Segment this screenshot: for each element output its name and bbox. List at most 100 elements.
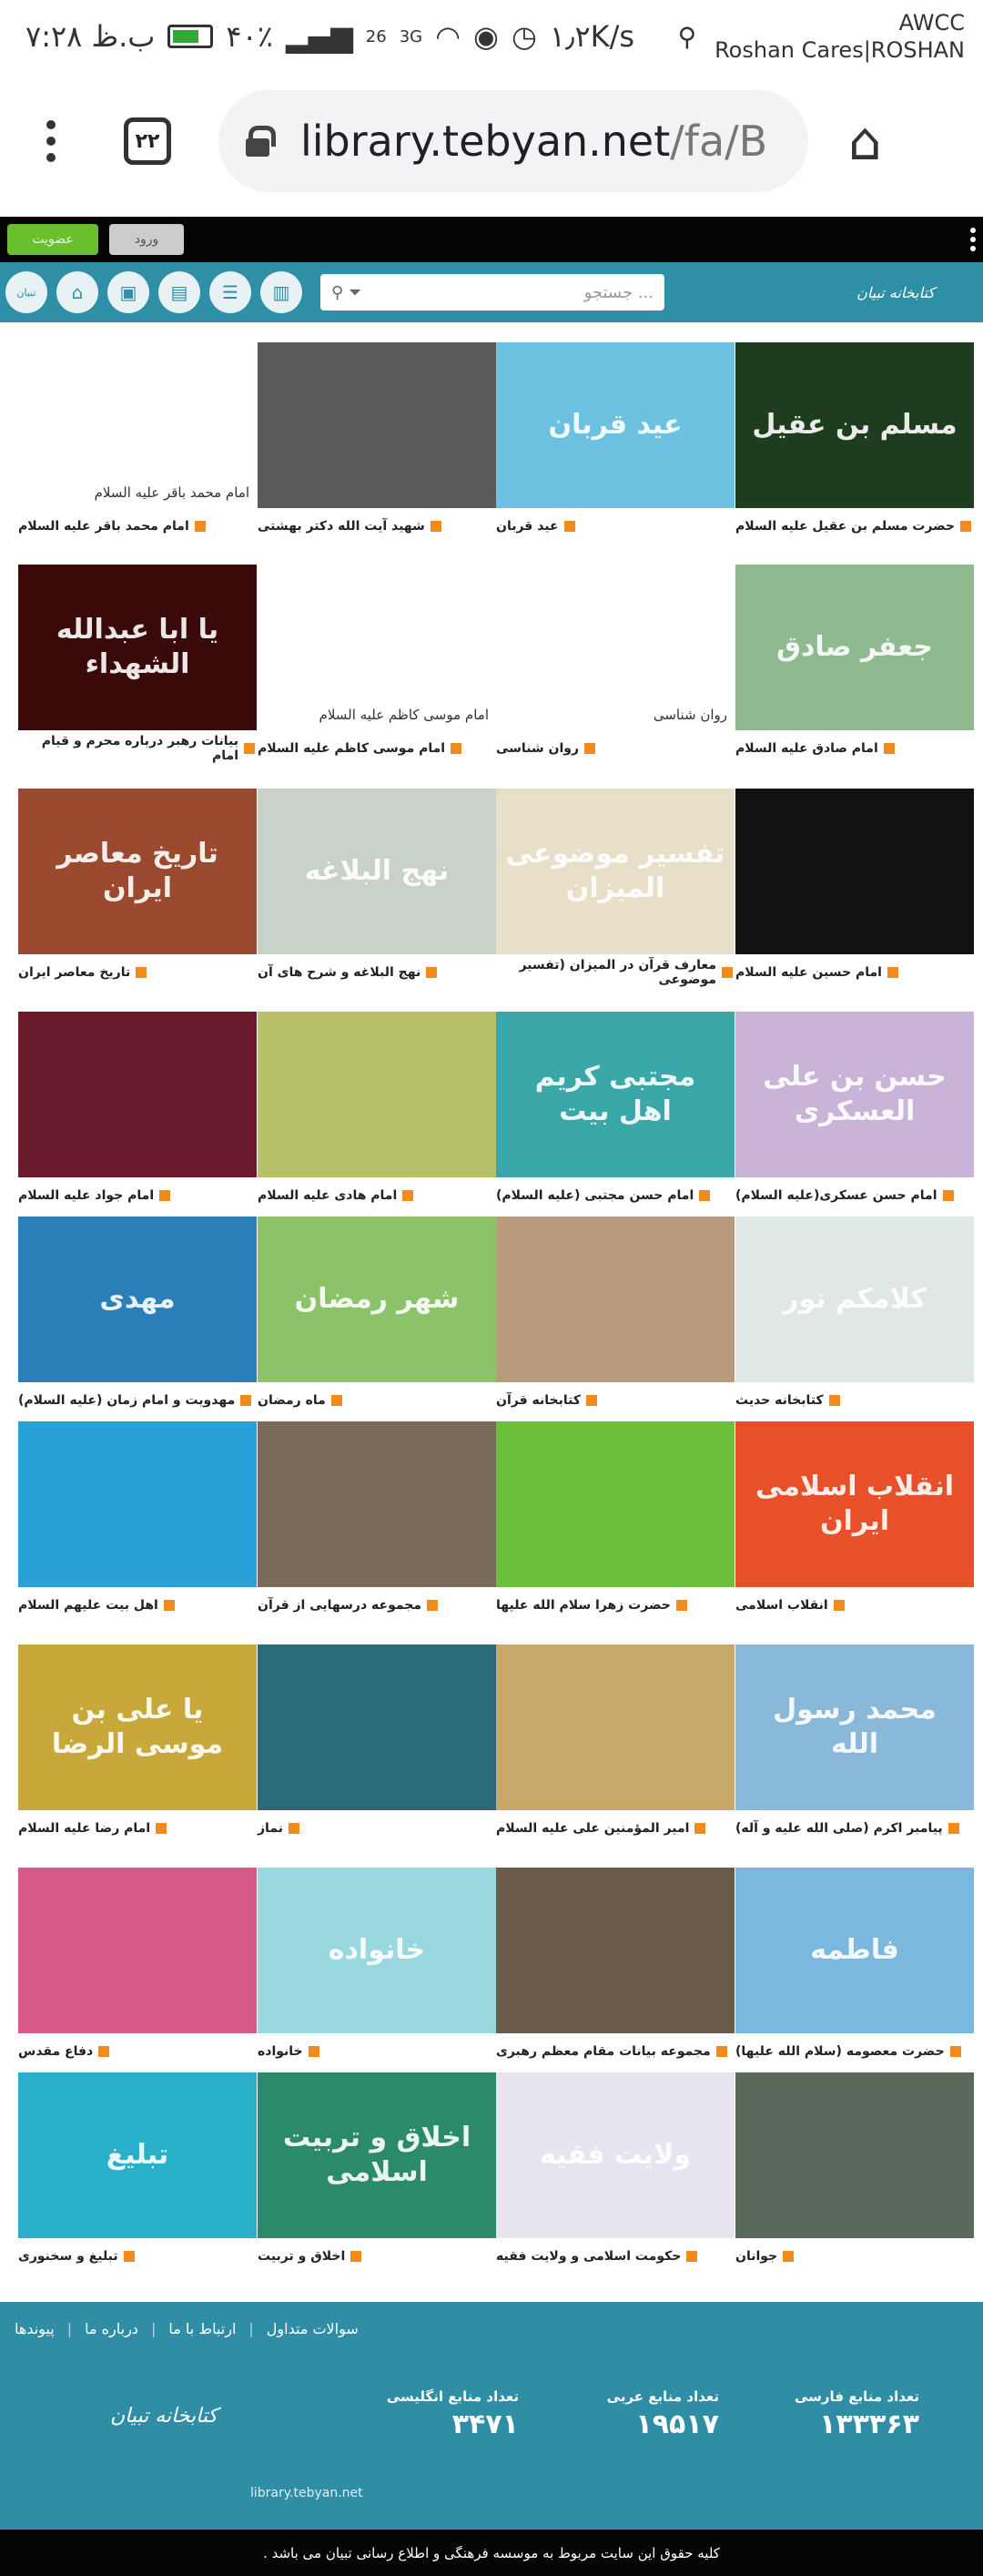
tab-switcher-button[interactable]: ۲۲ <box>124 117 171 165</box>
category-item[interactable]: حضرت زهرا سلام الله علیها <box>496 1421 735 1624</box>
category-caption[interactable]: امام حسن مجتبی (علیه السلام) <box>496 1177 735 1214</box>
caption-text[interactable]: امیر المؤمنین علی علیه السلام <box>496 1821 689 1836</box>
caption-text[interactable]: حضرت معصومه (سلام الله علیها) <box>735 2044 945 2059</box>
category-caption[interactable]: اخلاق و تربیت <box>258 2238 496 2275</box>
category-caption[interactable]: امام هادی علیه السلام <box>258 1177 496 1214</box>
caption-text[interactable]: امام حسن عسکری(علیه السلام) <box>735 1188 937 1203</box>
caption-text[interactable]: امام حسن مجتبی (علیه السلام) <box>496 1188 694 1203</box>
document-icon[interactable]: ▤ <box>158 271 200 313</box>
footer-link-links[interactable]: پیوندها <box>15 2320 55 2337</box>
category-caption[interactable]: مجموعه بیانات مقام معظم رهبری <box>496 2033 735 2070</box>
caption-text[interactable]: امام رضا علیه السلام <box>18 1821 150 1836</box>
category-caption[interactable]: روان شناسی <box>496 730 735 767</box>
caption-text[interactable]: مجموعه درسهایی از قرآن <box>258 1598 421 1613</box>
category-item[interactable]: تبلیغ تبلیغ و سخنوری <box>18 2072 257 2275</box>
category-caption[interactable]: امام صادق علیه السلام <box>735 730 974 767</box>
category-thumbnail[interactable]: شهر رمضان <box>258 1217 496 1382</box>
category-caption[interactable]: نهج البلاغه و شرح های آن <box>258 954 496 991</box>
category-thumbnail[interactable]: امام موسی کاظم علیه السلام <box>258 565 496 730</box>
category-item[interactable]: یا ابا عبدالله الشهداء بیانات رهبر درباره… <box>18 565 257 767</box>
category-item[interactable]: امام حسین علیه السلام <box>735 789 974 991</box>
category-item[interactable]: حسن بن علی العسکری امام حسن عسکری(علیه ال… <box>735 1012 974 1214</box>
caption-text[interactable]: حضرت مسلم بن عقیل علیه السلام <box>735 519 955 534</box>
caption-text[interactable]: حضرت زهرا سلام الله علیها <box>496 1598 671 1613</box>
caption-text[interactable]: دفاع مقدس <box>18 2044 93 2059</box>
category-caption[interactable]: دفاع مقدس <box>18 2033 257 2070</box>
category-caption[interactable]: امام موسی کاظم علیه السلام <box>258 730 496 767</box>
category-caption[interactable]: حکومت اسلامی و ولایت فقیه <box>496 2238 735 2275</box>
category-thumbnail[interactable] <box>496 1421 735 1587</box>
caption-text[interactable]: نماز <box>258 1821 283 1836</box>
category-thumbnail[interactable]: حسن بن علی العسکری <box>735 1012 974 1177</box>
category-caption[interactable]: امیر المؤمنین علی علیه السلام <box>496 1810 735 1847</box>
category-caption[interactable]: اهل بیت علیهم السلام <box>18 1587 257 1624</box>
category-thumbnail[interactable]: تفسیر موضوعی المیزان <box>496 789 735 954</box>
category-thumbnail[interactable]: یا علی بن موسی الرضا <box>18 1644 257 1810</box>
category-thumbnail[interactable]: روان شناسی <box>496 565 735 730</box>
category-item[interactable]: امام محمد باقر علیه السلام امام محمد باقر… <box>18 342 257 545</box>
category-thumbnail[interactable] <box>496 1868 735 2033</box>
category-item[interactable]: عید قربان عید قربان <box>496 342 735 545</box>
category-thumbnail[interactable]: انقلاب اسلامی ایران <box>735 1421 974 1587</box>
category-thumbnail[interactable] <box>18 1868 257 2033</box>
home-icon[interactable]: ⌂ <box>848 110 882 172</box>
category-item[interactable]: امام جواد علیه السلام <box>18 1012 257 1214</box>
category-item[interactable]: دفاع مقدس <box>18 1868 257 2070</box>
footer-link-about[interactable]: درباره ما <box>85 2320 138 2337</box>
category-item[interactable]: محمد رسول الله پیامبر اکرم (صلی الله علیه… <box>735 1644 974 1847</box>
category-thumbnail[interactable]: جعفر صادق <box>735 565 974 730</box>
category-item[interactable]: اهل بیت علیهم السلام <box>18 1421 257 1624</box>
site-logo[interactable]: کتابخانه تبیان <box>814 267 978 318</box>
caption-text[interactable]: بیانات رهبر درباره محرم و قیام امام <box>18 734 238 763</box>
category-caption[interactable]: امام جواد علیه السلام <box>18 1177 257 1214</box>
category-caption[interactable]: حضرت مسلم بن عقیل علیه السلام <box>735 508 974 545</box>
caption-text[interactable]: ماه رمضان <box>258 1393 326 1408</box>
category-thumbnail[interactable] <box>258 342 496 508</box>
category-item[interactable]: تفسیر موضوعی المیزان معارف قرآن در المیزا… <box>496 789 735 991</box>
category-thumbnail[interactable]: خانواده <box>258 1868 496 2033</box>
category-thumbnail[interactable]: تاریخ معاصر ایران <box>18 789 257 954</box>
category-item[interactable]: اخلاق و تربیت اسلامی اخلاق و تربیت <box>258 2072 496 2275</box>
caption-text[interactable]: مهدویت و امام زمان (علیه السلام) <box>18 1393 235 1408</box>
category-caption[interactable]: امام حسین علیه السلام <box>735 954 974 991</box>
caption-text[interactable]: عید قربان <box>496 519 559 534</box>
browser-menu-icon[interactable] <box>33 120 69 162</box>
category-item[interactable]: جوانان <box>735 2072 974 2275</box>
caption-text[interactable]: امام محمد باقر علیه السلام <box>18 519 189 534</box>
caption-text[interactable]: اخلاق و تربیت <box>258 2249 345 2264</box>
category-caption[interactable]: تاریخ معاصر ایران <box>18 954 257 991</box>
category-caption[interactable]: معارف قرآن در المیزان (تفسیر موضوعی <box>496 954 735 991</box>
caption-text[interactable]: حکومت اسلامی و ولایت فقیه <box>496 2249 681 2264</box>
category-caption[interactable]: امام رضا علیه السلام <box>18 1810 257 1847</box>
caption-text[interactable]: انقلاب اسلامی <box>735 1598 828 1613</box>
category-thumbnail[interactable]: مسلم بن عقیل <box>735 342 974 508</box>
category-thumbnail[interactable] <box>18 1421 257 1587</box>
category-thumbnail[interactable]: فاطمه <box>735 1868 974 2033</box>
category-caption[interactable]: حضرت معصومه (سلام الله علیها) <box>735 2033 974 2070</box>
category-thumbnail[interactable]: امام محمد باقر علیه السلام <box>18 342 257 508</box>
category-caption[interactable]: پیامبر اکرم (صلی الله علیه و آله) <box>735 1810 974 1847</box>
category-caption[interactable]: شهید آیت الله دکتر بهشتی <box>258 508 496 545</box>
caption-text[interactable]: نهج البلاغه و شرح های آن <box>258 965 421 980</box>
category-item[interactable]: کتابخانه قرآن <box>496 1217 735 1419</box>
search-input[interactable]: ⚲ ⏷ جستجو ... <box>320 274 664 311</box>
caption-text[interactable]: روان شناسی <box>496 741 579 756</box>
category-item[interactable]: مجتبی کریم اهل بیت امام حسن مجتبی (علیه ا… <box>496 1012 735 1214</box>
list-icon[interactable]: ☰ <box>209 271 251 313</box>
caption-text[interactable]: کتابخانه قرآن <box>496 1393 581 1408</box>
category-caption[interactable]: عید قربان <box>496 508 735 545</box>
caption-text[interactable]: امام جواد علیه السلام <box>18 1188 154 1203</box>
category-item[interactable]: شهید آیت الله دکتر بهشتی <box>258 342 496 545</box>
register-button[interactable]: عضویت <box>7 224 98 255</box>
category-item[interactable]: مجموعه درسهایی از قرآن <box>258 1421 496 1624</box>
library-icon[interactable]: ⌂ <box>56 271 98 313</box>
category-caption[interactable]: خانواده <box>258 2033 496 2070</box>
category-item[interactable]: نماز <box>258 1644 496 1847</box>
category-item[interactable]: جعفر صادق امام صادق علیه السلام <box>735 565 974 767</box>
category-item[interactable]: انقلاب اسلامی ایران انقلاب اسلامی <box>735 1421 974 1624</box>
category-caption[interactable]: امام محمد باقر علیه السلام <box>18 508 257 545</box>
category-caption[interactable]: کتابخانه قرآن <box>496 1382 735 1419</box>
category-item[interactable]: شهر رمضان ماه رمضان <box>258 1217 496 1419</box>
books-icon[interactable]: ▥ <box>260 271 302 313</box>
category-thumbnail[interactable]: محمد رسول الله <box>735 1644 974 1810</box>
